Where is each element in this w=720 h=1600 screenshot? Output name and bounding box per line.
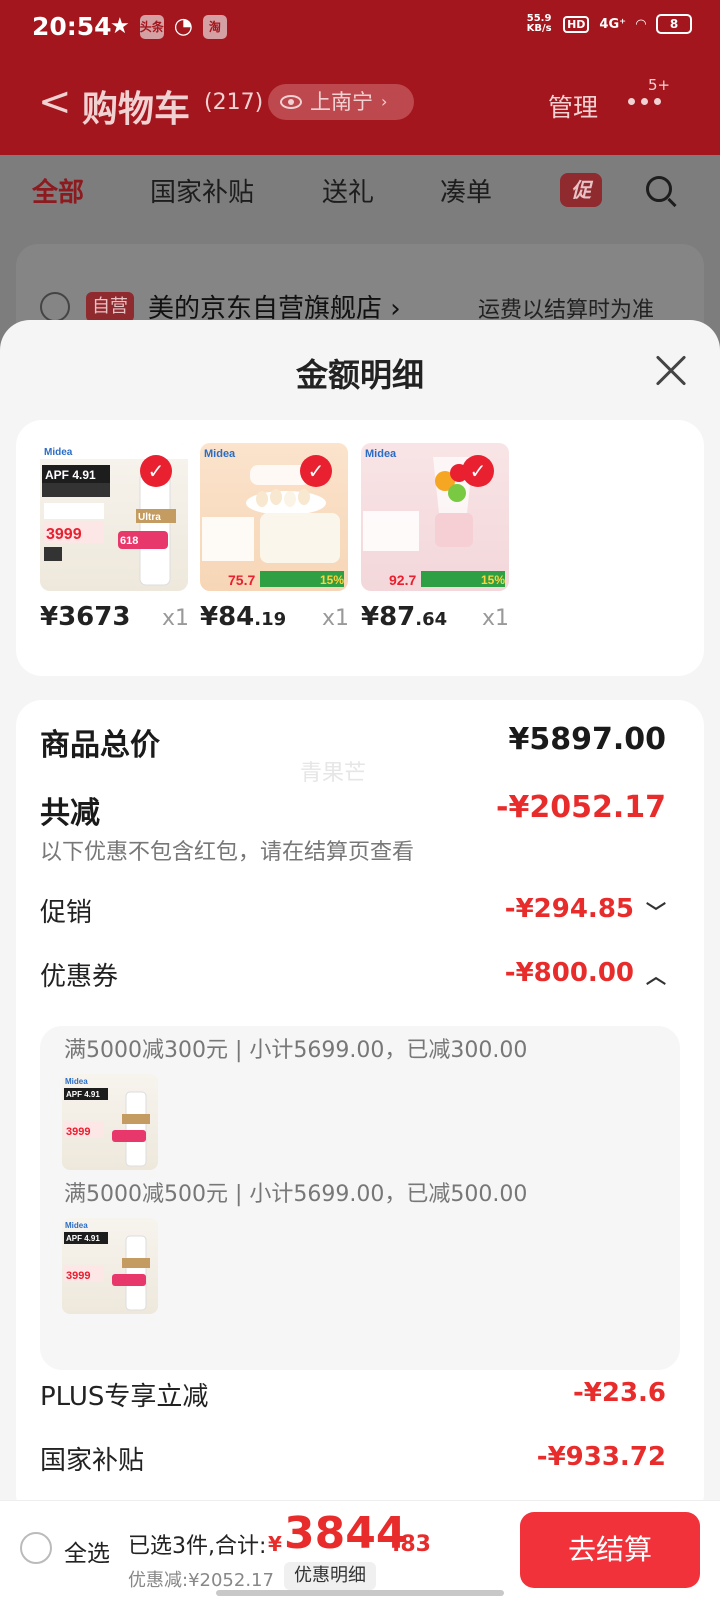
coupon-product-thumb: Midea APF 4.91 3999	[62, 1074, 158, 1170]
more-badge: 5+	[648, 76, 671, 94]
chevron-right-icon: ›	[381, 92, 388, 111]
watermark: 青果芒	[300, 761, 367, 786]
wifi-icon: ◠	[636, 16, 646, 32]
product-price: ¥87.64	[361, 602, 448, 632]
cart-count: (217)	[204, 90, 264, 115]
coupon-label: 优惠券	[40, 962, 119, 992]
close-icon[interactable]	[653, 353, 689, 389]
svg-text:3999: 3999	[66, 1270, 90, 1282]
discount-note: 以下优惠不包含红包，请在结算页查看	[40, 840, 415, 865]
coupon-value[interactable]: -¥800.00	[505, 958, 634, 988]
status-time: 20:54	[32, 12, 112, 41]
battery-icon: 8	[656, 14, 692, 34]
svg-text:75.7: 75.7	[228, 572, 255, 588]
search-icon[interactable]	[646, 176, 672, 202]
svg-text:618: 618	[120, 535, 138, 547]
reduce-value: -¥2052.17	[496, 790, 666, 825]
national-subsidy-label: 国家补贴	[40, 1446, 145, 1476]
net-speed: 55.9 KB/s	[526, 13, 552, 34]
product-qty: x1	[482, 606, 510, 631]
star-icon: ★	[110, 14, 130, 39]
page-title: 购物车	[82, 89, 191, 130]
svg-text:APF 4.91: APF 4.91	[45, 468, 96, 482]
promotion-label: 促销	[40, 898, 93, 928]
store-select-radio[interactable]	[40, 292, 70, 322]
coupon-product-thumb: Midea APF 4.91 3999	[62, 1218, 158, 1314]
coupon-line: 满5000减300元 | 小计5699.00，已减300.00	[64, 1038, 528, 1063]
status-system-icons: 55.9 KB/s HD 4G⁺ ◠ 8	[525, 14, 692, 34]
reduce-label: 共减	[40, 796, 100, 831]
coupon-line: 满5000减500元 | 小计5699.00，已减500.00	[64, 1182, 528, 1207]
discount-detail-button[interactable]: 优惠明细	[284, 1562, 376, 1590]
more-menu-icon[interactable]	[628, 98, 661, 105]
total-amount: 3844	[284, 1508, 407, 1559]
svg-text:92.7: 92.7	[389, 572, 416, 588]
promotion-value[interactable]: -¥294.85	[505, 894, 634, 924]
tab-national-subsidy[interactable]: 国家补贴	[150, 172, 254, 209]
status-notification-icons: ★ 头条 ◔ 淘	[110, 14, 227, 39]
toutiao-app-icon: 头条	[139, 14, 164, 39]
checked-icon[interactable]: ✓	[300, 455, 332, 487]
checkout-button[interactable]: 去结算	[520, 1512, 700, 1588]
select-all-label[interactable]: 全选	[64, 1534, 110, 1568]
svg-text:15%: 15%	[481, 573, 505, 587]
checked-icon[interactable]: ✓	[140, 455, 172, 487]
total-amount-decimal: .83	[392, 1532, 431, 1557]
svg-text:APF 4.91: APF 4.91	[66, 1234, 100, 1243]
eye-icon	[280, 95, 302, 109]
self-operated-tag: 自营	[86, 292, 134, 322]
product-qty: x1	[322, 606, 350, 631]
plus-discount-label: PLUS专享立减	[40, 1382, 209, 1412]
total-label: 商品总价	[40, 728, 160, 763]
svg-text:Ultra: Ultra	[138, 512, 161, 523]
tab-all[interactable]: 全部	[32, 172, 84, 209]
svg-text:Midea: Midea	[44, 447, 73, 458]
plus-discount-value: -¥23.6	[572, 1378, 666, 1408]
discount-summary: 优惠减:¥2052.17	[128, 1570, 274, 1591]
total-value: ¥5897.00	[508, 722, 666, 757]
product-price: ¥3673	[40, 602, 131, 632]
svg-text:Midea: Midea	[65, 1077, 88, 1086]
signal-icon: 4G⁺	[599, 16, 626, 32]
location-label: 上南宁	[310, 90, 373, 114]
product-qty: x1	[162, 606, 190, 631]
svg-text:3999: 3999	[66, 1126, 90, 1138]
chevron-up-icon[interactable]: ︿	[646, 960, 666, 989]
svg-text:15%: 15%	[320, 573, 344, 587]
chevron-down-icon[interactable]: ﹀	[646, 896, 666, 925]
location-selector[interactable]: 上南宁 ›	[268, 84, 414, 120]
summary-label: 已选3件,合计:	[128, 1534, 267, 1559]
manage-button[interactable]: 管理	[548, 88, 598, 124]
svg-text:Midea: Midea	[365, 448, 397, 460]
svg-text:Midea: Midea	[65, 1221, 88, 1230]
wechat-icon: ◔	[173, 14, 193, 39]
svg-text:3999: 3999	[46, 526, 82, 543]
checked-icon[interactable]: ✓	[462, 455, 494, 487]
back-icon[interactable]: <	[38, 82, 72, 122]
hd-icon: HD	[563, 15, 590, 33]
select-all-radio[interactable]	[20, 1532, 52, 1564]
product-price: ¥84.19	[200, 602, 287, 632]
promo-tag[interactable]: 促	[560, 173, 602, 207]
taobao-app-icon: 淘	[202, 14, 227, 39]
total-currency: ¥	[268, 1532, 282, 1556]
home-indicator[interactable]	[216, 1590, 504, 1596]
sheet-title: 金额明细	[295, 356, 424, 394]
tab-bundle[interactable]: 凑单	[440, 172, 492, 209]
tab-gift[interactable]: 送礼	[322, 172, 374, 209]
national-subsidy-value: -¥933.72	[536, 1442, 666, 1472]
svg-text:Midea: Midea	[204, 448, 236, 460]
svg-text:APF 4.91: APF 4.91	[66, 1090, 100, 1099]
